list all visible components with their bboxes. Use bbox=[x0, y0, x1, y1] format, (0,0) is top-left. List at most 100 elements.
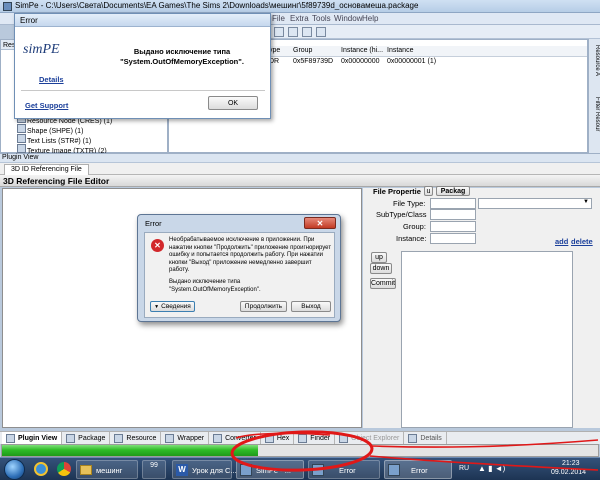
tab-hex[interactable]: Hex bbox=[261, 432, 295, 444]
window-title: SimPe - C:\Users\Света\Documents\EA Game… bbox=[15, 1, 419, 10]
win-error-detail: Выдано исключение типа "System.OutOfMemo… bbox=[169, 279, 261, 293]
tab-details[interactable]: Details bbox=[404, 432, 447, 444]
clock-date[interactable]: 09.02.2014 bbox=[551, 469, 586, 476]
cut-icon[interactable] bbox=[302, 27, 312, 37]
side-tab-resource[interactable]: Resource A bbox=[590, 45, 600, 91]
word-icon: W bbox=[176, 464, 188, 476]
open-icon[interactable] bbox=[274, 27, 284, 37]
taskbar-item-error-2[interactable]: Error bbox=[384, 460, 452, 479]
delete-link[interactable]: delete bbox=[571, 237, 593, 246]
column-header-group[interactable]: Group bbox=[293, 47, 312, 54]
get-support-link[interactable]: Get Support bbox=[25, 101, 68, 110]
texture-icon bbox=[17, 144, 26, 153]
resource-icon bbox=[114, 433, 124, 443]
down-button[interactable]: down bbox=[370, 263, 392, 274]
converter-icon bbox=[213, 433, 223, 443]
tab-3d-id-referencing[interactable]: 3D ID Referencing File bbox=[4, 164, 89, 175]
subtype-field[interactable] bbox=[430, 209, 476, 220]
save-icon[interactable] bbox=[288, 27, 298, 37]
win-dialog-title: Error bbox=[145, 219, 162, 228]
up-button[interactable]: up bbox=[371, 252, 387, 263]
tab-finder[interactable]: Finder bbox=[294, 432, 336, 444]
details-button[interactable]: ▼ Сведения bbox=[150, 301, 195, 312]
bottom-tab-strip: Plugin View Package Resource Wrapper Con… bbox=[0, 431, 600, 444]
chevron-down-icon: ▼ bbox=[154, 303, 160, 310]
title-bar: SimPe - C:\Users\Света\Documents\EA Game… bbox=[0, 0, 600, 13]
error-taskbar-icon bbox=[312, 464, 324, 476]
chrome-icon[interactable] bbox=[57, 462, 71, 476]
file-type-field[interactable] bbox=[430, 198, 476, 209]
plugin-tab-strip: 3D ID Referencing File bbox=[0, 163, 600, 175]
clock-time[interactable]: 21:23 bbox=[562, 460, 580, 467]
tab-label: Converter bbox=[225, 434, 256, 442]
dialog-separator bbox=[21, 90, 265, 91]
file-props-mini-tab[interactable]: u bbox=[424, 186, 433, 196]
tab-converter[interactable]: Converter bbox=[209, 432, 261, 444]
file-type-select[interactable]: ▼ bbox=[478, 198, 592, 209]
close-icon: ✕ bbox=[316, 219, 324, 228]
group-field[interactable] bbox=[430, 221, 476, 232]
commit-button[interactable]: Commit bbox=[370, 278, 396, 289]
dialog-title: Error bbox=[20, 16, 38, 25]
taskbar-item-folder[interactable]: мешинг bbox=[76, 460, 138, 479]
instance-field[interactable] bbox=[430, 233, 476, 244]
exit-button[interactable]: Выход bbox=[291, 301, 331, 312]
taskbar-item-label: Error bbox=[411, 466, 428, 475]
continue-button[interactable]: Продолжить bbox=[240, 301, 287, 312]
add-link[interactable]: add bbox=[555, 237, 568, 246]
tab-object-explorer[interactable]: Object Explorer bbox=[335, 432, 405, 444]
taskbar: мешинг 99 W Урок для С... SimPe - ... Er… bbox=[0, 457, 600, 480]
toolbar bbox=[270, 25, 600, 39]
tab-label: Package bbox=[78, 434, 106, 442]
win-error-message: Необрабатываемое исключение в приложении… bbox=[169, 237, 332, 273]
tab-plugin-view[interactable]: Plugin View bbox=[2, 432, 63, 444]
taskbar-item-error-1[interactable]: Error bbox=[308, 460, 380, 479]
side-tab-filter[interactable]: Filter Resour bbox=[590, 97, 600, 147]
language-indicator[interactable]: RU bbox=[459, 465, 469, 472]
tab-resource[interactable]: Resource bbox=[110, 432, 162, 444]
menu-item-file[interactable]: File bbox=[272, 14, 285, 23]
win-dialog-body: ✕ Необрабатываемое исключение в приложен… bbox=[144, 232, 335, 318]
details-icon bbox=[408, 433, 418, 443]
dialog-titlebar: Error bbox=[15, 14, 270, 27]
close-button[interactable]: ✕ bbox=[304, 217, 336, 229]
column-header-instance[interactable]: Instance bbox=[387, 47, 413, 54]
details-button-label: Сведения bbox=[161, 303, 191, 310]
ok-button[interactable]: OK bbox=[208, 96, 258, 110]
object-explorer-icon bbox=[339, 433, 349, 443]
tab-wrapper[interactable]: Wrapper bbox=[161, 432, 210, 444]
menu-item-tools[interactable]: Tools bbox=[312, 14, 331, 23]
tab-package[interactable]: Packag bbox=[436, 186, 470, 196]
file-properties-title: File Propertie bbox=[373, 187, 421, 196]
start-button[interactable] bbox=[4, 459, 25, 480]
table-row[interactable]: DR 0x5F89739D 0x00000000 0x00000001 (1) bbox=[269, 58, 587, 68]
menu-item-extra[interactable]: Extra bbox=[290, 14, 309, 23]
folder-icon bbox=[80, 465, 92, 475]
menu-item-help[interactable]: Help bbox=[362, 14, 378, 23]
tab-label: Object Explorer bbox=[351, 434, 400, 442]
simpe-logo: simPE bbox=[23, 42, 60, 57]
windows-error-dialog: Error ✕ ✕ Необрабатываемое исключение в … bbox=[137, 214, 341, 322]
copy-icon[interactable] bbox=[316, 27, 326, 37]
taskbar-item-99[interactable]: 99 bbox=[142, 460, 166, 479]
tab-label: Plugin View bbox=[18, 434, 58, 442]
error-message: Выдано исключение типа "System.OutOfMemo… bbox=[120, 47, 244, 66]
taskbar-item-label: мешинг bbox=[96, 466, 123, 475]
editor-title: 3D Referencing File Editor bbox=[3, 176, 110, 186]
details-link[interactable]: Details bbox=[39, 75, 64, 84]
menu-item-window[interactable]: Window bbox=[334, 14, 362, 23]
ie-icon[interactable] bbox=[34, 462, 48, 476]
taskbar-item-simpe[interactable]: SimPe - ... bbox=[236, 460, 304, 479]
finder-icon bbox=[298, 433, 308, 443]
tray-icons[interactable]: ▲ ▮ ◄) bbox=[478, 464, 505, 473]
taskbar-item-label: Урок для С... bbox=[192, 466, 237, 475]
wrapper-icon bbox=[165, 433, 175, 443]
taskbar-item-word[interactable]: W Урок для С... bbox=[172, 460, 237, 479]
tab-package-bottom[interactable]: Package bbox=[62, 432, 111, 444]
table-header: ype Group Instance (hi... Instance bbox=[269, 46, 587, 57]
column-header-instance-hi[interactable]: Instance (hi... bbox=[341, 47, 383, 54]
tab-label: Hex bbox=[276, 434, 290, 442]
hex-icon bbox=[264, 433, 274, 443]
plugin-view-title: Plugin View bbox=[2, 154, 39, 161]
reference-list[interactable] bbox=[401, 251, 573, 428]
